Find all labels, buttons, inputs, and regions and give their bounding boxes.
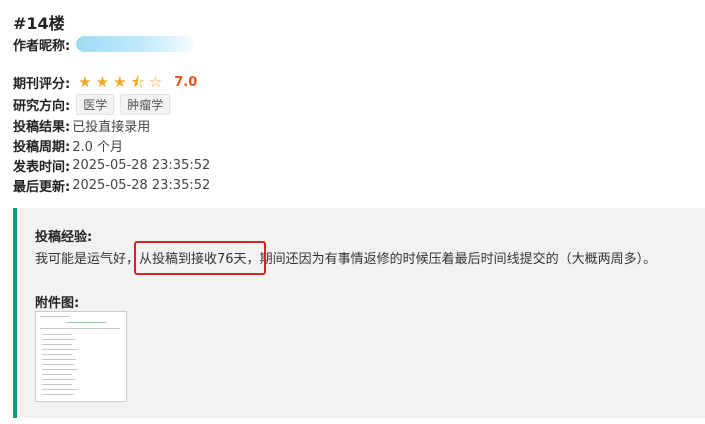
published-row: 发表时间: 2025-05-28 23:35:52 <box>13 155 210 175</box>
rating-row: 期刊评分: ★ ★ ★ ⯪ ☆ 7.0 <box>13 72 197 92</box>
direction-row: 研究方向: 医学 肿瘤学 <box>13 93 171 115</box>
published-label: 发表时间: <box>13 159 71 175</box>
star-empty-icon: ☆ <box>148 72 163 91</box>
experience-box: 投稿经验: 我可能是运气好，从投稿到接收76天，期间还因为有事情返修的时候压着最… <box>13 208 705 418</box>
rating-score: 7.0 <box>174 74 198 90</box>
cycle-value: 2.0 个月 <box>72 139 124 155</box>
experience-text-before: 我可能是运气好， <box>35 252 140 267</box>
author-nickname-blurred <box>76 36 195 52</box>
floor-number: #14楼 <box>13 14 65 33</box>
updated-label: 最后更新: <box>13 179 71 195</box>
attachment-thumbnail[interactable] <box>35 311 127 402</box>
experience-text-after: 期间还因为有事情返修的时候压着最后时间线提交的（大概两周多）。 <box>259 252 657 267</box>
star-full-icon: ★ <box>78 72 92 91</box>
result-value: 已投直接录用 <box>72 119 151 135</box>
rating-stars: ★ ★ ★ ⯪ ☆ <box>78 72 166 91</box>
cycle-row: 投稿周期: 2.0 个月 <box>13 135 123 155</box>
updated-value: 2025-05-28 23:35:52 <box>72 177 211 193</box>
cycle-label: 投稿周期: <box>13 139 71 155</box>
star-half-icon: ⯪ <box>130 72 145 91</box>
direction-tag[interactable]: 肿瘤学 <box>120 93 171 115</box>
author-row: 作者昵称: <box>13 34 195 54</box>
experience-highlight: 从投稿到接收76天， <box>134 241 266 275</box>
attachment-title: 附件图: <box>35 296 80 311</box>
result-row: 投稿结果: 已投直接录用 <box>13 115 150 135</box>
direction-label: 研究方向: <box>13 98 71 114</box>
star-full-icon: ★ <box>95 72 110 91</box>
direction-tag[interactable]: 医学 <box>76 93 115 115</box>
experience-title: 投稿经验: <box>35 230 93 245</box>
updated-row: 最后更新: 2025-05-28 23:35:52 <box>13 175 210 195</box>
result-label: 投稿结果: <box>13 119 71 135</box>
published-value: 2025-05-28 23:35:52 <box>72 157 211 173</box>
experience-text: 我可能是运气好，从投稿到接收76天，期间还因为有事情返修的时候压着最后时间线提交… <box>35 241 657 275</box>
rating-label: 期刊评分: <box>13 76 71 92</box>
star-full-icon: ★ <box>113 72 127 91</box>
author-label: 作者昵称: <box>13 38 71 54</box>
